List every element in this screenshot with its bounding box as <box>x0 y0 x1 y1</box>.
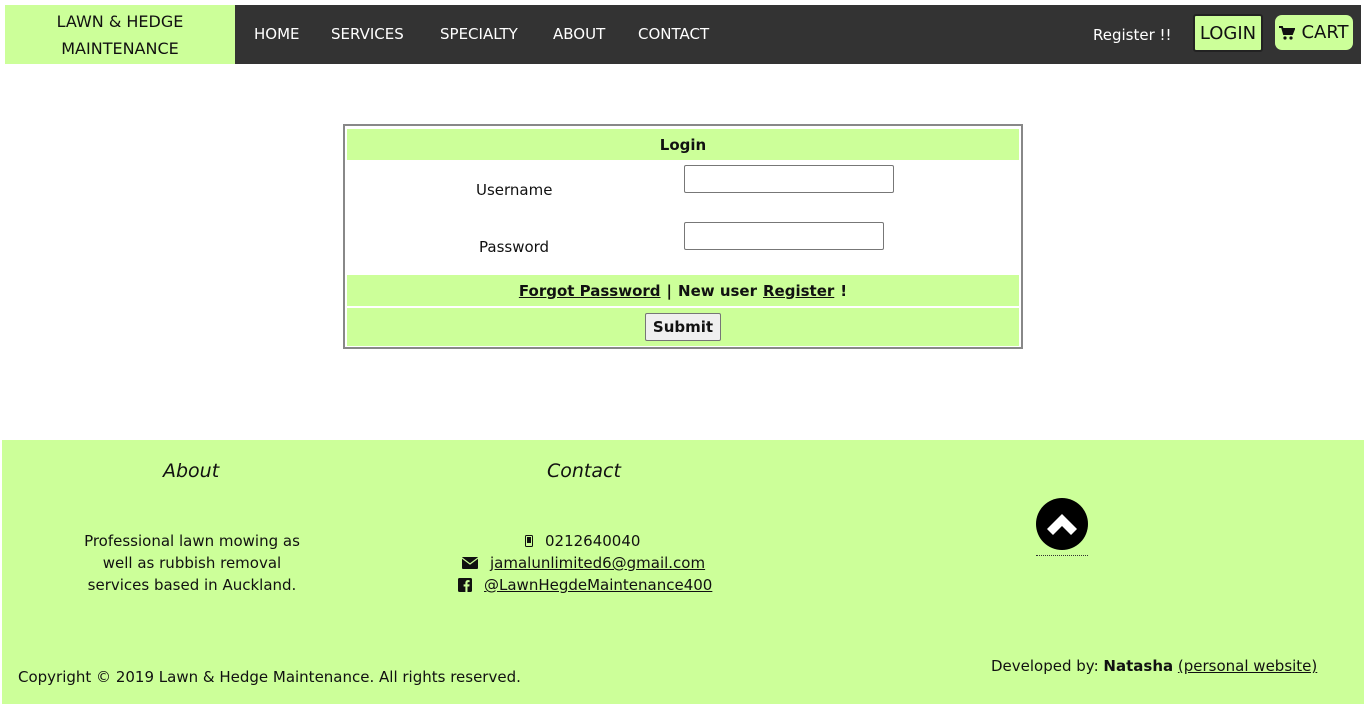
about-text: Professional lawn mowing as well as rubb… <box>84 532 300 594</box>
login-panel: Login Username Password Forgot Password … <box>343 124 1023 349</box>
facebook-line: @LawnHegdeMaintenance400 <box>458 576 712 594</box>
exclaim: ! <box>840 281 848 300</box>
email-link[interactable]: jamalunlimited6@gmail.com <box>490 554 705 572</box>
nav-home[interactable]: HOME <box>254 25 300 43</box>
register-form-link[interactable]: Register <box>763 282 834 300</box>
cart-button[interactable]: CART <box>1275 15 1353 50</box>
developed-by-label: Developed by: <box>991 657 1099 675</box>
nav-specialty[interactable]: SPECIALTY <box>440 25 518 43</box>
register-link[interactable]: Register !! <box>1093 26 1172 44</box>
facebook-link[interactable]: @LawnHegdeMaintenance400 <box>484 576 712 594</box>
phone-line: 0212640040 <box>525 532 640 550</box>
username-label: Username <box>476 181 553 199</box>
nav-contact[interactable]: CONTACT <box>638 25 709 43</box>
new-user-text: New user <box>678 281 757 300</box>
separator: | <box>666 281 673 300</box>
brand-line-2: MAINTENANCE <box>61 38 179 58</box>
brand-logo[interactable]: LAWN & HEDGE MAINTENANCE <box>5 5 235 64</box>
brand-line-1: LAWN & HEDGE <box>56 11 184 31</box>
forgot-password-link[interactable]: Forgot Password <box>519 282 661 300</box>
chevron-up-circle-icon <box>1036 498 1088 550</box>
password-label: Password <box>479 238 550 256</box>
back-to-top-button[interactable] <box>1036 498 1088 556</box>
phone-number: 0212640040 <box>545 532 641 550</box>
login-title: Login <box>347 129 1019 160</box>
developed-by: Developed by: Natasha (personal website) <box>991 657 1317 675</box>
contact-heading: Contact <box>547 460 621 482</box>
developer-name: Natasha <box>1103 657 1174 675</box>
footer: About Professional lawn mowing as well a… <box>2 440 1364 704</box>
password-input[interactable] <box>684 222 884 250</box>
facebook-icon <box>458 578 472 592</box>
cart-icon <box>1279 25 1296 40</box>
top-navbar: LAWN & HEDGE MAINTENANCE HOME SERVICES S… <box>5 5 1361 64</box>
cart-label: CART <box>1301 22 1349 43</box>
envelope-icon <box>462 557 478 569</box>
submit-row: Submit <box>347 308 1019 346</box>
mobile-phone-icon <box>525 535 533 547</box>
submit-button[interactable]: Submit <box>645 313 721 341</box>
nav-services[interactable]: SERVICES <box>331 25 404 43</box>
login-button[interactable]: LOGIN <box>1193 14 1263 52</box>
personal-website-link[interactable]: (personal website) <box>1178 657 1317 675</box>
forgot-register-row: Forgot Password | New user Register ! <box>347 275 1019 306</box>
about-heading: About <box>163 460 220 482</box>
username-input[interactable] <box>684 165 894 193</box>
email-line: jamalunlimited6@gmail.com <box>462 554 705 572</box>
copyright-text: Copyright © 2019 Lawn & Hedge Maintenanc… <box>18 668 521 686</box>
nav-about[interactable]: ABOUT <box>553 25 605 43</box>
